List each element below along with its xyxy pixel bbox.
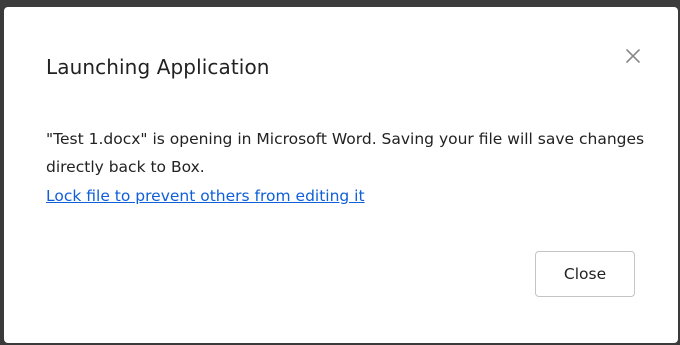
dialog-message: "Test 1.docx" is opening in Microsoft Wo… [46, 130, 645, 176]
dialog-close-x-button[interactable] [621, 44, 645, 68]
close-button[interactable]: Close [535, 251, 635, 297]
launching-application-dialog: Launching Application "Test 1.docx" is o… [4, 7, 678, 343]
close-icon [625, 48, 641, 64]
lock-file-link[interactable]: Lock file to prevent others from editing… [46, 182, 365, 210]
dialog-title: Launching Application [46, 55, 270, 79]
